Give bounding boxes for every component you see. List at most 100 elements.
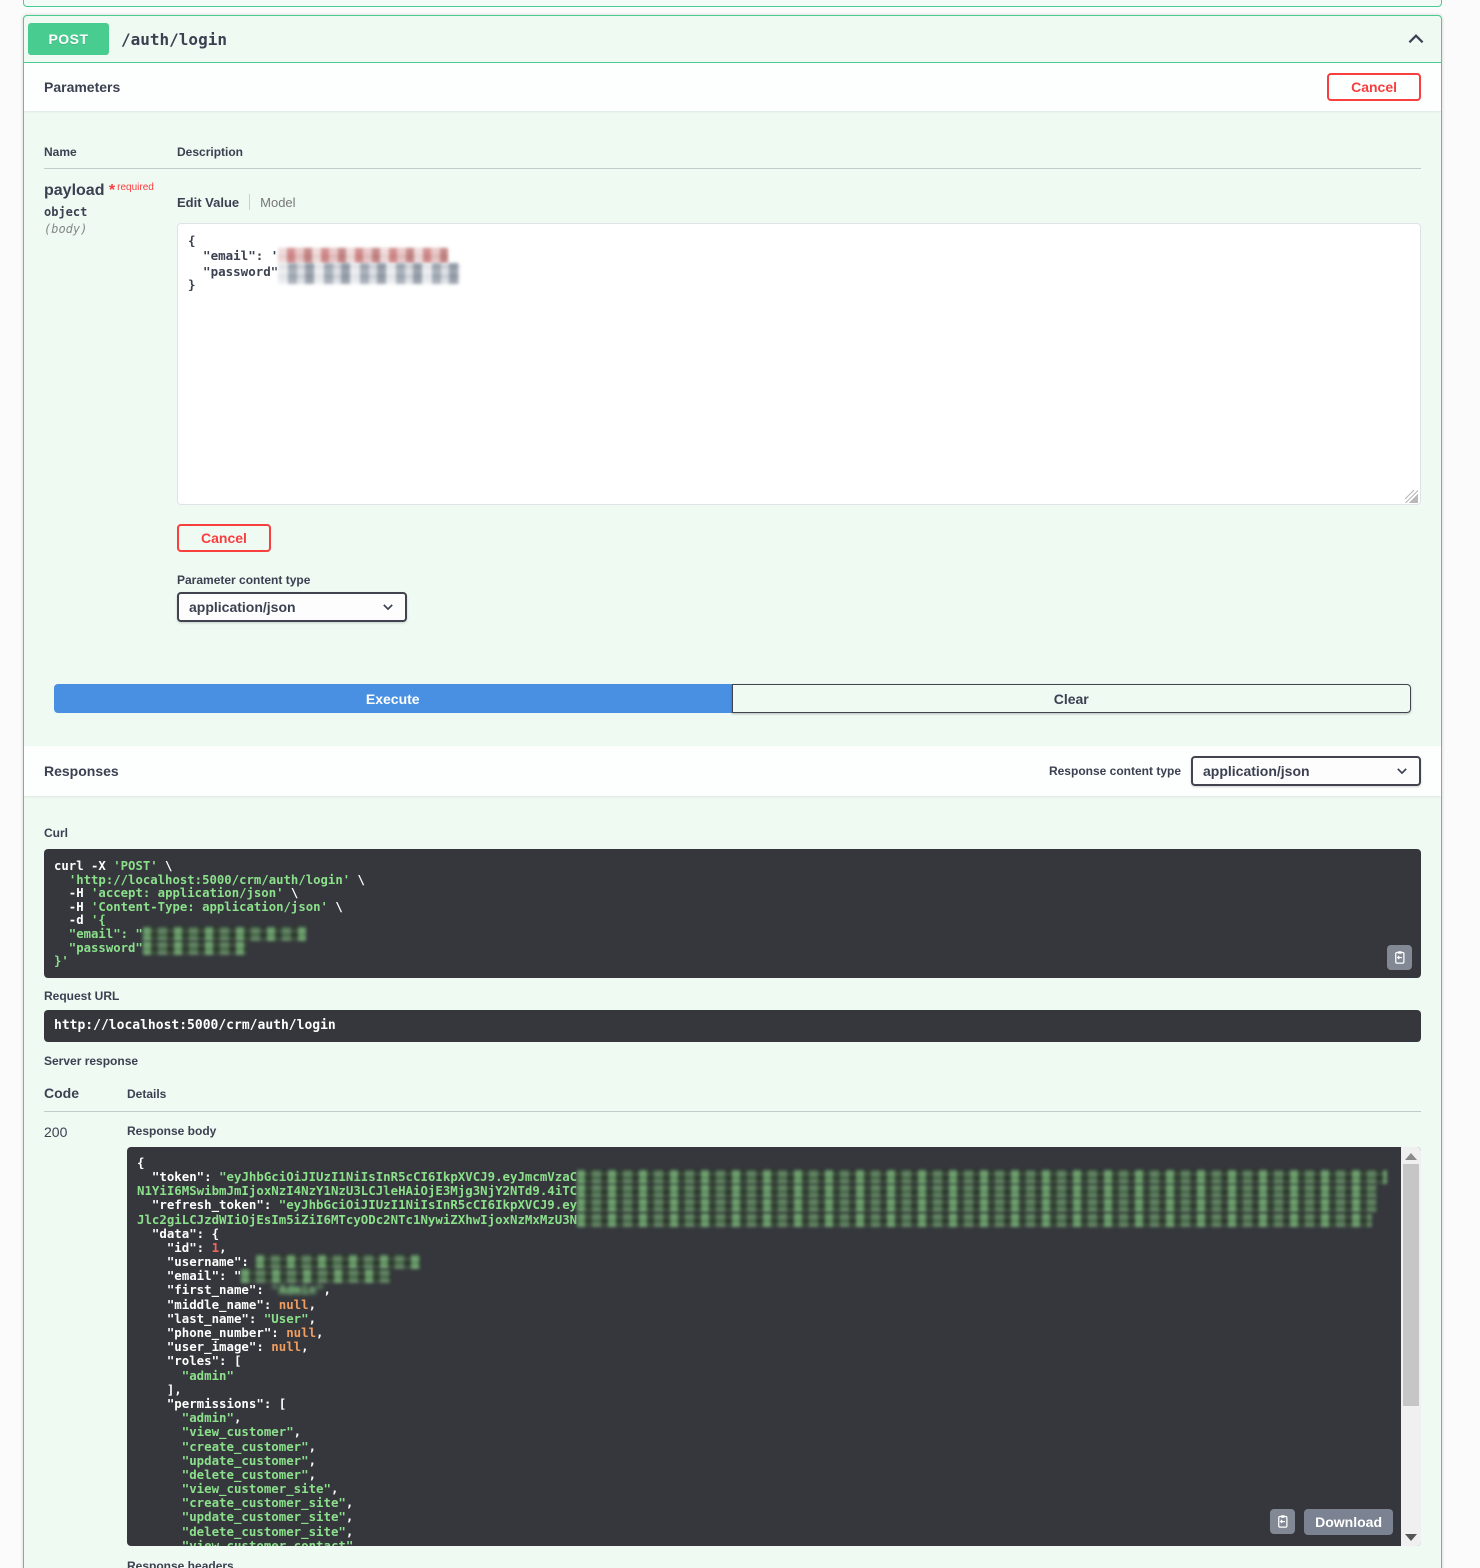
- code-token: "permissions": [: [137, 1395, 287, 1411]
- previous-opblock-edge: [23, 0, 1442, 7]
- code-token: "token":: [137, 1168, 220, 1184]
- scroll-down-icon[interactable]: [1405, 1533, 1417, 1541]
- code-token: null: [278, 1296, 309, 1312]
- code-token: ,: [345, 1509, 354, 1525]
- code-token: Jlc2giLCJzdWIiOjEsIm5iZiI6MTcyODc2NTc1Ny…: [137, 1211, 578, 1227]
- code-line: "data": {: [137, 1226, 1391, 1241]
- redacted-value: [256, 1255, 422, 1270]
- copy-curl-button[interactable]: [1387, 944, 1412, 970]
- cancel-try-out-button[interactable]: Cancel: [1327, 73, 1421, 101]
- tab-separator: [249, 194, 251, 210]
- column-code: Code: [44, 1084, 79, 1101]
- code-token: "view_customer": [137, 1424, 294, 1440]
- code-token: null: [286, 1325, 317, 1340]
- code-token: "middle_name":: [137, 1296, 279, 1312]
- response-scrollbar[interactable]: [1401, 1146, 1421, 1546]
- code-token: curl -X: [54, 859, 114, 873]
- code-token: ,: [316, 1325, 324, 1340]
- code-token: "admin": [137, 1410, 234, 1426]
- code-line: "view_customer_site",: [137, 1481, 1391, 1496]
- response-content-type-select[interactable]: application/json: [1191, 756, 1421, 786]
- code-token: ,: [308, 1452, 317, 1468]
- code-line: "password": [188, 262, 1410, 284]
- parameter-content-type-select[interactable]: application/json: [177, 592, 407, 622]
- code-token: ,: [323, 1282, 331, 1298]
- scroll-up-icon[interactable]: [1405, 1152, 1417, 1160]
- request-body-editor[interactable]: { "email": ' "password"}: [177, 223, 1421, 505]
- code-token: "id":: [137, 1239, 212, 1255]
- code-token: ,: [308, 1310, 317, 1326]
- code-token: "eyJhbGciOiJIUzI1NiIsInR5cCI6IkpXVCJ9.ey: [278, 1197, 578, 1213]
- code-line: "first_name": "Admin",: [137, 1282, 1391, 1298]
- code-token: -H: [54, 899, 92, 914]
- responses-header: Responses Response content type applicat…: [24, 746, 1441, 796]
- code-token: 'http://localhost:5000/crm/auth/login': [68, 872, 351, 887]
- copy-response-button[interactable]: [1270, 1509, 1296, 1535]
- curl-label: Curl: [44, 826, 68, 840]
- code-line: "email": ': [188, 247, 1410, 264]
- code-line: "token": "eyJhbGciOiJIUzI1NiIsInR5cCI6Ik…: [137, 1168, 1391, 1184]
- select-chevron-icon: [1397, 768, 1407, 775]
- column-name: Name: [44, 145, 77, 159]
- parameter-in: (body): [44, 222, 88, 236]
- tab-edit-value[interactable]: Edit Value: [177, 195, 239, 210]
- code-token: ,: [345, 1495, 354, 1511]
- code-line: "delete_customer",: [137, 1466, 1391, 1482]
- response-body[interactable]: { "token": "eyJhbGciOiJIUzI1NiIsInR5cCI6…: [127, 1146, 1421, 1546]
- code-line: "create_customer_site",: [137, 1495, 1391, 1511]
- code-token: null: [271, 1339, 302, 1355]
- scrollbar-thumb[interactable]: [1403, 1163, 1419, 1406]
- code-token: 'POST': [113, 859, 158, 873]
- code-token: -H: [54, 886, 92, 901]
- redacted-value: [577, 1184, 1378, 1199]
- code-token: }': [54, 954, 69, 969]
- parameters-header: Parameters Cancel: [24, 63, 1441, 111]
- code-line: "refresh_token": "eyJhbGciOiJIUzI1NiIsIn…: [137, 1197, 1391, 1213]
- code-token: ],: [137, 1381, 182, 1397]
- clear-button[interactable]: Clear: [731, 684, 1411, 713]
- code-token: "user_image":: [137, 1339, 272, 1355]
- code-token: "User": [263, 1310, 309, 1326]
- code-line: curl -X 'POST' \: [54, 859, 1411, 873]
- code-token: "delete_customer": [137, 1466, 309, 1482]
- parameter-description: Edit Value Model { "email": ' "password"…: [177, 182, 1421, 622]
- code-token: "password": [54, 940, 143, 955]
- code-token: {: [188, 233, 196, 248]
- code-line: "view_customer_contact",: [137, 1538, 1391, 1546]
- code-line: "admin",: [137, 1410, 1391, 1426]
- parameters-body: Name Description payload * required objec…: [24, 145, 1441, 713]
- request-url-label: Request URL: [44, 988, 120, 1003]
- redacted-value: [278, 262, 461, 284]
- resize-handle[interactable]: [1405, 490, 1418, 503]
- execute-button[interactable]: Execute: [54, 684, 732, 713]
- cancel-edit-button[interactable]: Cancel: [177, 524, 271, 552]
- code-line: "update_customer_site",: [137, 1509, 1391, 1525]
- response-content-type-label: Response content type: [1048, 764, 1181, 778]
- code-line: "create_customer",: [137, 1439, 1391, 1454]
- tab-model[interactable]: Model: [260, 195, 295, 210]
- code-token: "Admin": [271, 1282, 324, 1298]
- download-button[interactable]: Download: [1304, 1508, 1393, 1535]
- parameter-meta: payload * required object (body): [44, 182, 177, 622]
- required-star: *: [108, 182, 116, 199]
- response-headers-label: Response headers: [127, 1558, 234, 1568]
- code-line: "last_name": "User",: [137, 1310, 1391, 1326]
- code-line: {: [188, 233, 1410, 248]
- response-body-label: Response body: [127, 1123, 217, 1138]
- code-token: }: [188, 277, 196, 293]
- code-line: "middle_name": null,: [137, 1296, 1391, 1312]
- code-token: "email": ": [54, 926, 143, 941]
- parameter-type: object: [44, 205, 88, 219]
- endpoint-summary[interactable]: POST /auth/login: [24, 16, 1441, 63]
- redacted-value: [577, 1198, 1378, 1213]
- redacted-value: [577, 1212, 1373, 1227]
- redacted-value: [142, 926, 306, 941]
- code-token: 1: [211, 1239, 220, 1255]
- divider: [44, 168, 1421, 169]
- collapse-chevron-icon[interactable]: [1405, 28, 1427, 50]
- code-line: "email": ": [137, 1268, 1391, 1284]
- parameter-name: payload: [44, 182, 105, 199]
- code-line: -d '{: [54, 913, 1411, 927]
- parameter-content-type-label: Parameter content type: [177, 573, 311, 587]
